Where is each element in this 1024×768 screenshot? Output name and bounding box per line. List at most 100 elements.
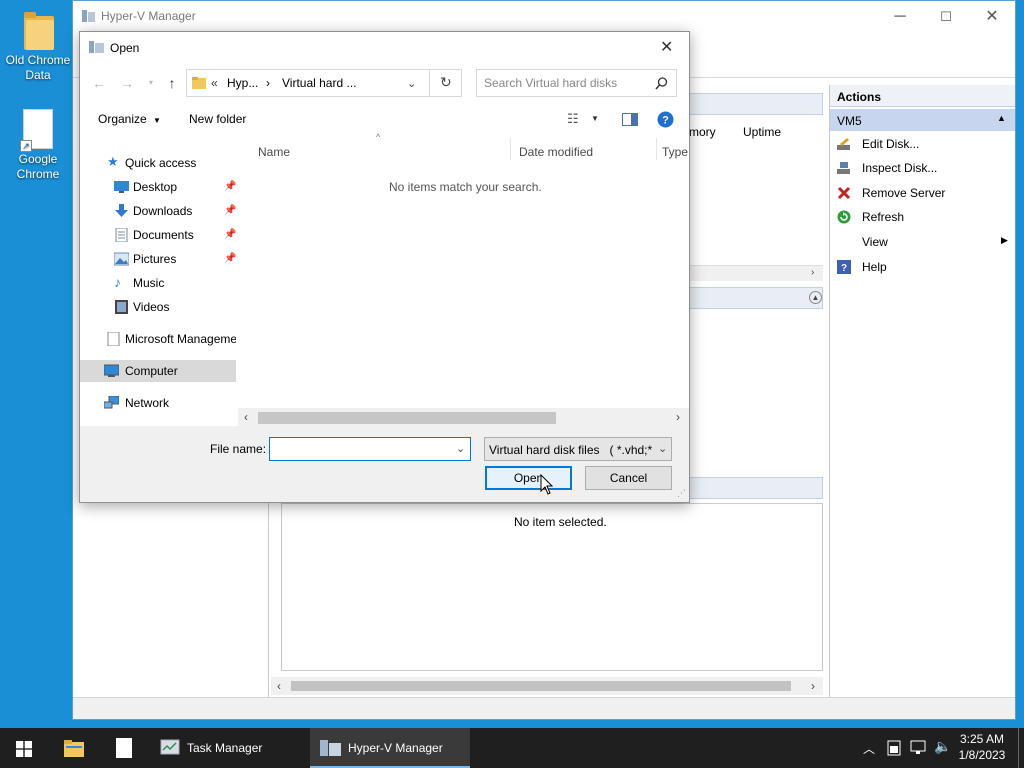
scroll-right-icon[interactable]: › <box>811 267 814 278</box>
organize-button[interactable]: Organize ▼ <box>98 112 161 126</box>
help-icon[interactable]: ? <box>657 111 674 128</box>
search-icon[interactable] <box>655 77 668 90</box>
column-header-uptime[interactable]: Uptime <box>743 125 781 139</box>
breadcrumb-prefix[interactable]: « <box>211 76 218 90</box>
scroll-left-icon[interactable]: ‹ <box>277 679 281 693</box>
scrollbar-thumb[interactable] <box>258 412 556 424</box>
column-header-memory[interactable]: mory <box>689 125 716 139</box>
nav-music[interactable]: ♪ Music <box>80 272 236 294</box>
volume-icon[interactable]: 🔈 <box>934 738 951 755</box>
folder-icon <box>192 77 206 89</box>
submenu-arrow-icon: ▶ <box>1001 235 1008 245</box>
scroll-left-icon[interactable]: ‹ <box>244 410 248 424</box>
action-view[interactable]: View ▶ <box>830 230 1015 254</box>
music-icon: ♪ <box>114 274 121 290</box>
nav-label: Desktop <box>133 180 178 194</box>
nav-quick-access[interactable]: ★ Quick access <box>80 152 236 174</box>
show-desktop-button[interactable] <box>1018 728 1024 768</box>
search-box[interactable]: Search Virtual hard disks <box>476 69 677 97</box>
forward-icon[interactable]: → <box>118 74 136 92</box>
dialog-footer: File name: ⌄ Virtual hard disk files ( *… <box>80 426 689 502</box>
action-inspect-disk[interactable]: Inspect Disk... <box>830 156 1015 180</box>
dialog-titlebar[interactable]: Open ✕ <box>80 32 689 62</box>
dialog-command-bar: Organize ▼ New folder ☷ ▼ ? <box>80 102 689 136</box>
view-options-icon[interactable]: ☷ <box>567 111 579 127</box>
maximize-button[interactable]: ☐ <box>923 1 969 32</box>
taskbar-app-label: Task Manager <box>187 741 263 755</box>
taskbar-task-manager[interactable]: Task Manager <box>152 728 307 768</box>
downloads-icon <box>115 204 128 217</box>
nav-label: Videos <box>133 300 170 314</box>
breadcrumb-segment[interactable]: Hyp... <box>227 76 258 90</box>
nav-label: Pictures <box>133 252 177 266</box>
search-input[interactable]: Search Virtual hard disks <box>484 76 617 90</box>
column-header-type[interactable]: Type <box>662 145 688 159</box>
breadcrumb-segment[interactable]: Virtual hard ... <box>282 76 356 90</box>
nav-documents[interactable]: Documents 📌 <box>80 224 236 246</box>
battery-icon[interactable] <box>887 740 901 756</box>
desktop-icon-old-chrome-data[interactable]: Old Chrome Data <box>0 10 76 83</box>
chevron-down-icon: ▼ <box>153 116 161 125</box>
scroll-right-icon[interactable]: › <box>811 679 815 693</box>
action-label: Edit Disk... <box>862 137 920 151</box>
nav-label: Network <box>125 396 170 410</box>
nav-computer[interactable]: Computer <box>80 360 236 382</box>
open-dialog: Open ✕ ← → ▾ ↑ « Hyp... › Virtual hard .… <box>79 31 690 503</box>
open-button[interactable]: Open <box>485 466 572 490</box>
network-status-icon[interactable] <box>910 740 928 756</box>
action-label: Help <box>862 260 887 274</box>
close-button[interactable]: ✕ <box>969 1 1015 32</box>
recent-locations-icon[interactable]: ▾ <box>142 74 160 92</box>
file-name-input[interactable] <box>272 440 450 458</box>
column-header-date-modified[interactable]: Date modified <box>519 145 593 159</box>
action-edit-disk[interactable]: Edit Disk... <box>830 132 1015 156</box>
address-bar[interactable]: « Hyp... › Virtual hard ... ⌄ ↻ <box>186 69 462 97</box>
action-remove-server[interactable]: Remove Server <box>830 181 1015 205</box>
action-refresh[interactable]: Refresh <box>830 205 1015 229</box>
breadcrumb-separator[interactable]: › <box>266 76 270 90</box>
nav-desktop[interactable]: Desktop 📌 <box>80 176 236 198</box>
up-icon[interactable]: ↑ <box>163 74 181 92</box>
actions-vm-header[interactable]: VM5 ▲ <box>830 109 1015 131</box>
center-hscrollbar[interactable]: ‹ › <box>271 677 823 695</box>
nav-label: Documents <box>133 228 194 242</box>
nav-pictures[interactable]: Pictures 📌 <box>80 248 236 270</box>
resize-grip-icon[interactable]: ⋰ <box>677 488 686 499</box>
dialog-close-button[interactable]: ✕ <box>660 37 673 57</box>
desktop-icon-google-chrome[interactable]: ↗ Google Chrome <box>0 109 76 182</box>
back-icon[interactable]: ← <box>90 74 108 92</box>
chevron-down-icon[interactable]: ⌄ <box>407 77 416 90</box>
cancel-button[interactable]: Cancel <box>585 466 672 490</box>
minimize-button[interactable]: ─ <box>877 1 923 32</box>
start-button[interactable] <box>0 728 48 768</box>
inspect-disk-icon <box>837 162 850 174</box>
file-list-hscrollbar[interactable]: ‹ › <box>238 408 689 426</box>
nav-network[interactable]: Network <box>80 392 236 414</box>
scrollbar-thumb[interactable] <box>291 681 791 691</box>
clock[interactable]: 3:25 AM 1/8/2023 <box>954 731 1010 763</box>
taskbar-document[interactable] <box>100 728 146 768</box>
chevron-down-icon[interactable]: ⌄ <box>456 442 465 455</box>
file-name-label: File name: <box>210 442 267 456</box>
nav-label: Quick access <box>125 156 197 170</box>
preview-pane-icon[interactable] <box>622 113 638 126</box>
scroll-right-icon[interactable]: › <box>676 410 680 424</box>
action-help[interactable]: ? Help <box>830 255 1015 279</box>
taskbar-hyperv-manager[interactable]: Hyper-V Manager <box>310 728 470 768</box>
collapse-icon[interactable]: ▲ <box>809 291 822 304</box>
collapse-arrow-icon[interactable]: ▲ <box>997 113 1006 123</box>
actions-title: Actions <box>830 85 1015 107</box>
refresh-icon[interactable]: ↻ <box>440 74 452 91</box>
new-folder-button[interactable]: New folder <box>189 112 246 126</box>
file-name-combobox[interactable]: ⌄ <box>269 437 471 461</box>
nav-videos[interactable]: Videos <box>80 296 236 318</box>
column-header-name[interactable]: Name <box>258 145 290 159</box>
nav-microsoft-management[interactable]: Microsoft Manageme <box>80 328 236 350</box>
chevron-down-icon[interactable]: ▼ <box>591 114 599 123</box>
chevron-up-icon[interactable]: ︿ <box>863 740 875 757</box>
file-type-select[interactable]: Virtual hard disk files ( *.vhd;*. ⌄ <box>484 437 672 461</box>
details-empty-text: No item selected. <box>514 515 607 529</box>
nav-downloads[interactable]: Downloads 📌 <box>80 200 236 222</box>
hyperv-titlebar[interactable]: Hyper-V Manager ─ ☐ ✕ <box>73 1 1015 32</box>
taskbar-file-explorer[interactable] <box>50 728 96 768</box>
